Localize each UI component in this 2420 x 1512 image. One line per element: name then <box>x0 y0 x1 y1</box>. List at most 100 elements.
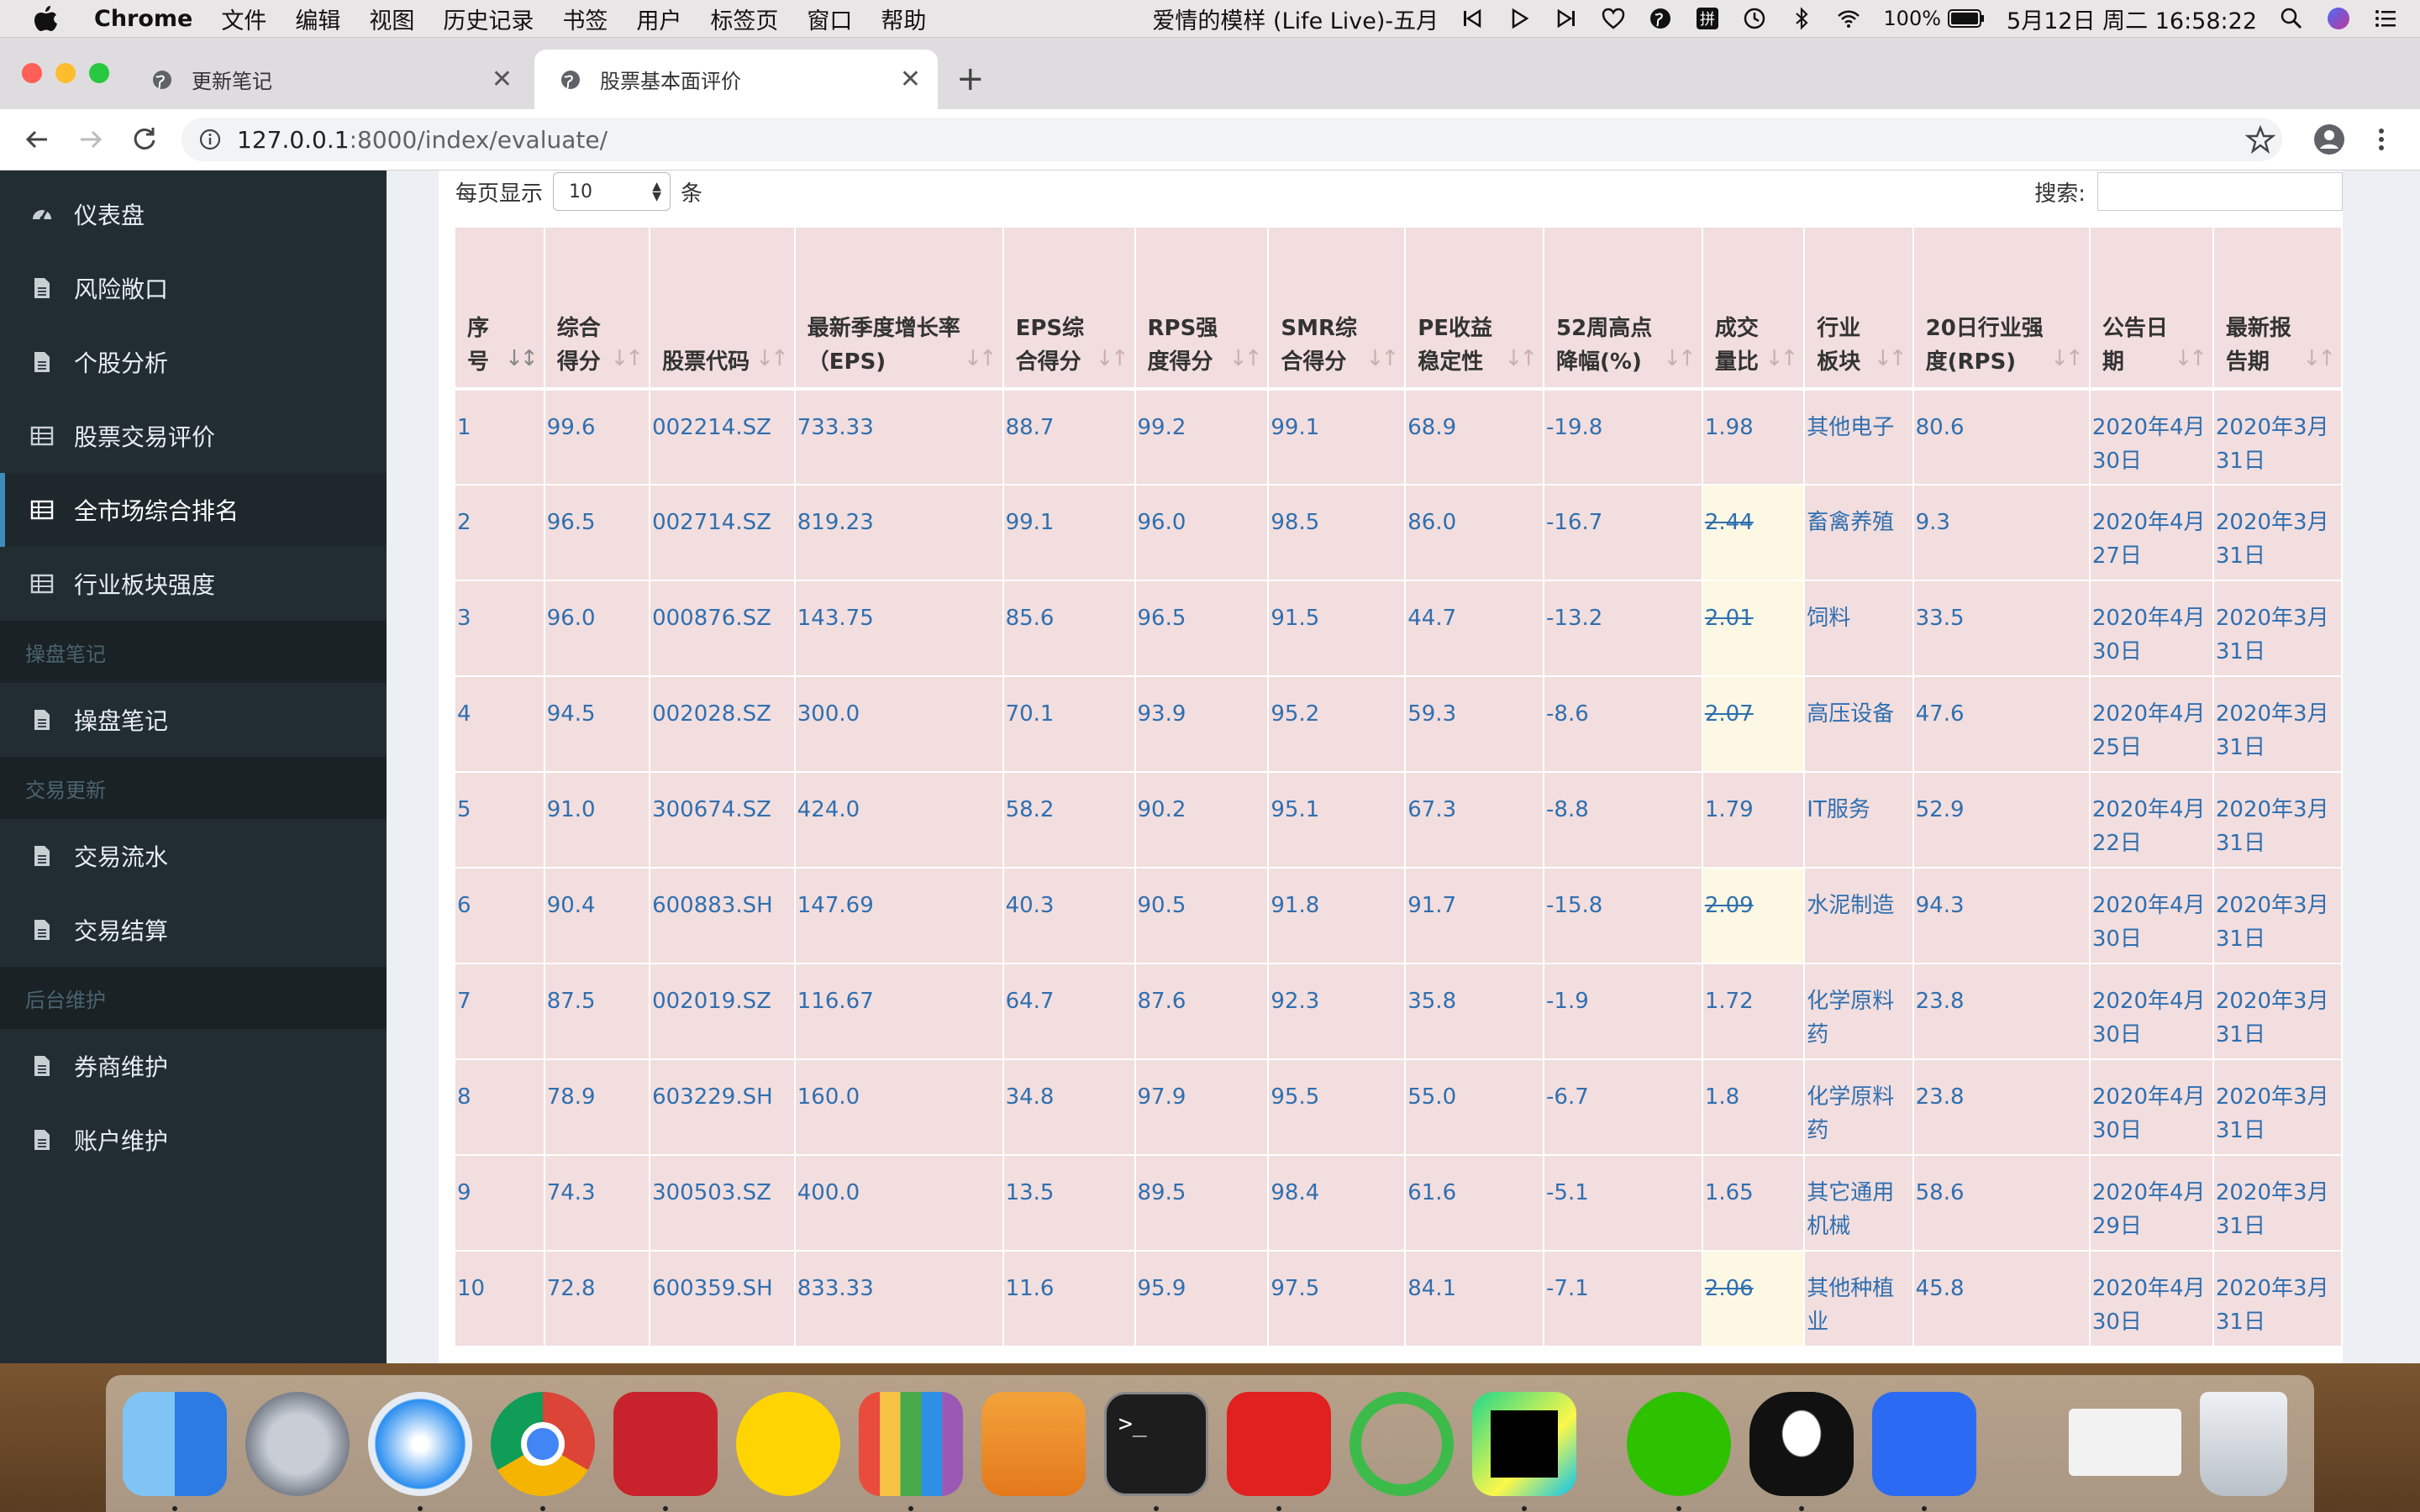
column-header[interactable]: 52周高点降幅(%) ↓↑ <box>1544 228 1703 391</box>
reload-icon[interactable] <box>126 121 163 158</box>
sort-icon[interactable]: ↓↑ <box>1874 342 1907 375</box>
table-row[interactable]: 2 96.5 002714.SZ 819.23 99.1 96.0 98.5 86.0 -16.… <box>455 485 2344 581</box>
sort-icon[interactable]: ↓↑ <box>1229 342 1263 375</box>
tab-update-notes[interactable]: 更新笔记 ✕ <box>126 50 529 109</box>
battery-percent[interactable]: 100% <box>1883 7 1941 30</box>
bookmark-star-icon[interactable] <box>2245 124 2275 155</box>
previous-track-icon[interactable] <box>1460 6 1485 31</box>
column-header[interactable]: 最新季度增长率（EPS) ↓↑ <box>794 228 1004 391</box>
numbers-icon[interactable] <box>859 1392 963 1496</box>
spotlight-search-icon[interactable] <box>2279 6 2304 31</box>
sort-icon[interactable]: ↓↑ <box>1096 342 1129 375</box>
terminal-icon[interactable]: >_ <box>1104 1392 1208 1496</box>
window-close-button[interactable] <box>22 63 42 83</box>
notification-center-icon[interactable] <box>2373 6 2398 31</box>
sort-icon[interactable]: ↓↑ <box>2174 342 2207 375</box>
youdao-icon[interactable] <box>1227 1392 1331 1496</box>
sort-icon[interactable]: ↓↑ <box>1765 342 1799 375</box>
column-header[interactable]: 最新报告期 ↓↑ <box>2212 228 2344 391</box>
safari-icon[interactable] <box>368 1392 472 1496</box>
column-header[interactable]: 序号 ↓↕ <box>455 228 545 391</box>
table-search-input[interactable] <box>2097 172 2343 211</box>
time-machine-icon[interactable] <box>1742 6 1767 31</box>
menu-people[interactable]: 用户 <box>636 3 681 35</box>
column-header[interactable]: 20日行业强度(RPS) ↓↑ <box>1912 228 2091 391</box>
browser-menu-icon[interactable] <box>2373 123 2390 156</box>
circle-app-icon[interactable] <box>1349 1392 1454 1496</box>
forward-arrow-icon[interactable] <box>72 121 109 158</box>
column-header[interactable]: 综合得分 ↓↑ <box>544 228 651 391</box>
qqmusic-icon[interactable] <box>736 1392 840 1496</box>
menubar-clock[interactable]: 5月12日 周二 16:58:22 <box>2007 3 2257 35</box>
sidebar-item-stock-analysis[interactable]: 个股分析 <box>0 325 387 399</box>
menu-tab[interactable]: 标签页 <box>710 3 778 35</box>
sidebar-item-trade-flow[interactable]: 交易流水 <box>0 819 387 893</box>
sort-icon[interactable]: ↓↑ <box>755 342 789 375</box>
sidebar-item-trading-notes[interactable]: 操盘笔记 <box>0 683 387 757</box>
next-track-icon[interactable] <box>1554 6 1579 31</box>
sidebar-item-sector-strength[interactable]: 行业板块强度 <box>0 547 387 621</box>
column-header[interactable]: 行业板块 ↓↑ <box>1804 228 1914 391</box>
table-row[interactable]: 5 91.0 300674.SZ 424.0 58.2 90.2 95.1 67.3 -8.8 1… <box>455 772 2344 869</box>
sidebar-item-trade-settlement[interactable]: 交易结算 <box>0 893 387 967</box>
back-arrow-icon[interactable] <box>18 121 55 158</box>
trash-icon[interactable] <box>2200 1392 2287 1496</box>
address-bar[interactable]: 127.0.0.1:8000/index/evaluate/ <box>182 118 2282 161</box>
column-header[interactable]: RPS强度得分 ↓↑ <box>1134 228 1270 391</box>
column-header[interactable]: SMR综合得分 ↓↑ <box>1268 228 1407 391</box>
qq-icon[interactable] <box>1749 1392 1854 1496</box>
apple-icon[interactable] <box>34 4 59 33</box>
sort-icon[interactable]: ↓↑ <box>611 342 644 375</box>
menu-edit[interactable]: 编辑 <box>295 3 340 35</box>
menu-bookmarks[interactable]: 书签 <box>562 3 608 35</box>
window-minimize-button[interactable] <box>55 63 76 83</box>
new-tab-button[interactable]: + <box>956 60 985 98</box>
sort-icon[interactable]: ↓↑ <box>964 342 997 375</box>
bluetooth-icon[interactable] <box>1789 6 1814 31</box>
chrome-window-thumbnail[interactable] <box>2069 1409 2181 1476</box>
url-text[interactable]: 127.0.0.1:8000/index/evaluate/ <box>237 126 608 154</box>
sidebar-item-risk-exposure[interactable]: 风险敞口 <box>0 251 387 325</box>
menu-view[interactable]: 视图 <box>369 3 414 35</box>
wechat-icon[interactable] <box>1627 1392 1731 1496</box>
now-playing-text[interactable]: 爱情的模样 (Life Live)-五月 <box>1152 3 1438 35</box>
menu-history[interactable]: 历史记录 <box>443 3 534 35</box>
close-tab-icon[interactable]: ✕ <box>900 65 921 94</box>
column-header[interactable]: EPS综合得分 ↓↑ <box>1002 228 1136 391</box>
pages-icon[interactable] <box>981 1392 1086 1496</box>
play-icon[interactable] <box>1507 6 1532 31</box>
sort-icon[interactable]: ↓↑ <box>1366 342 1400 375</box>
table-row[interactable]: 7 87.5 002019.SZ 116.67 64.7 87.6 92.3 35.8 -1.9… <box>455 963 2344 1060</box>
table-row[interactable]: 8 78.9 603229.SH 160.0 34.8 97.9 95.5 55.0 -6.7 1… <box>455 1059 2344 1156</box>
window-zoom-button[interactable] <box>89 63 109 83</box>
sidebar-item-trade-evaluation[interactable]: 股票交易评价 <box>0 399 387 473</box>
sidebar-item-broker-maintenance[interactable]: 券商维护 <box>0 1029 387 1103</box>
page-length-select[interactable]: 10 ▲ ▼ <box>553 172 671 211</box>
sort-icon[interactable]: ↓↑ <box>2050 342 2084 375</box>
globe-status-icon[interactable] <box>1648 6 1673 31</box>
poker-icon[interactable] <box>613 1392 718 1496</box>
sort-asc-icon[interactable]: ↓↕ <box>505 342 539 375</box>
sort-icon[interactable]: ↓↑ <box>1663 342 1697 375</box>
menu-app-name[interactable]: Chrome <box>94 6 192 32</box>
sort-icon[interactable]: ↓↑ <box>2302 342 2336 375</box>
site-info-icon[interactable] <box>198 128 222 151</box>
heart-icon[interactable] <box>1601 6 1626 31</box>
column-header[interactable]: 公告日期 ↓↑ <box>2089 228 2214 391</box>
lark-icon[interactable] <box>1872 1392 1976 1496</box>
menu-help[interactable]: 帮助 <box>881 3 926 35</box>
tab-stock-evaluation[interactable]: 股票基本面评价 ✕ <box>534 50 938 109</box>
profile-avatar-icon[interactable] <box>2312 123 2346 156</box>
chrome-icon[interactable] <box>491 1392 595 1496</box>
sidebar-item-market-ranking[interactable]: 全市场综合排名 <box>0 473 387 547</box>
table-row[interactable]: 3 96.0 000876.SZ 143.75 85.6 96.5 91.5 44.7 -13.… <box>455 580 2344 677</box>
column-header[interactable]: 成交量比 ↓↑ <box>1702 228 1806 391</box>
pycharm-icon[interactable] <box>1472 1392 1576 1496</box>
sidebar-item-account-maintenance[interactable]: 账户维护 <box>0 1103 387 1177</box>
table-row[interactable]: 9 74.3 300503.SZ 400.0 13.5 89.5 98.4 61.6 -5.1 1… <box>455 1155 2344 1252</box>
table-row[interactable]: 4 94.5 002028.SZ 300.0 70.1 93.9 95.2 59.3 -8.6 2… <box>455 676 2344 773</box>
column-header[interactable]: 股票代码 ↓↑ <box>650 228 796 391</box>
launchpad-icon[interactable] <box>245 1392 350 1496</box>
sort-icon[interactable]: ↓↑ <box>1504 342 1538 375</box>
battery-icon[interactable] <box>1948 8 1985 29</box>
